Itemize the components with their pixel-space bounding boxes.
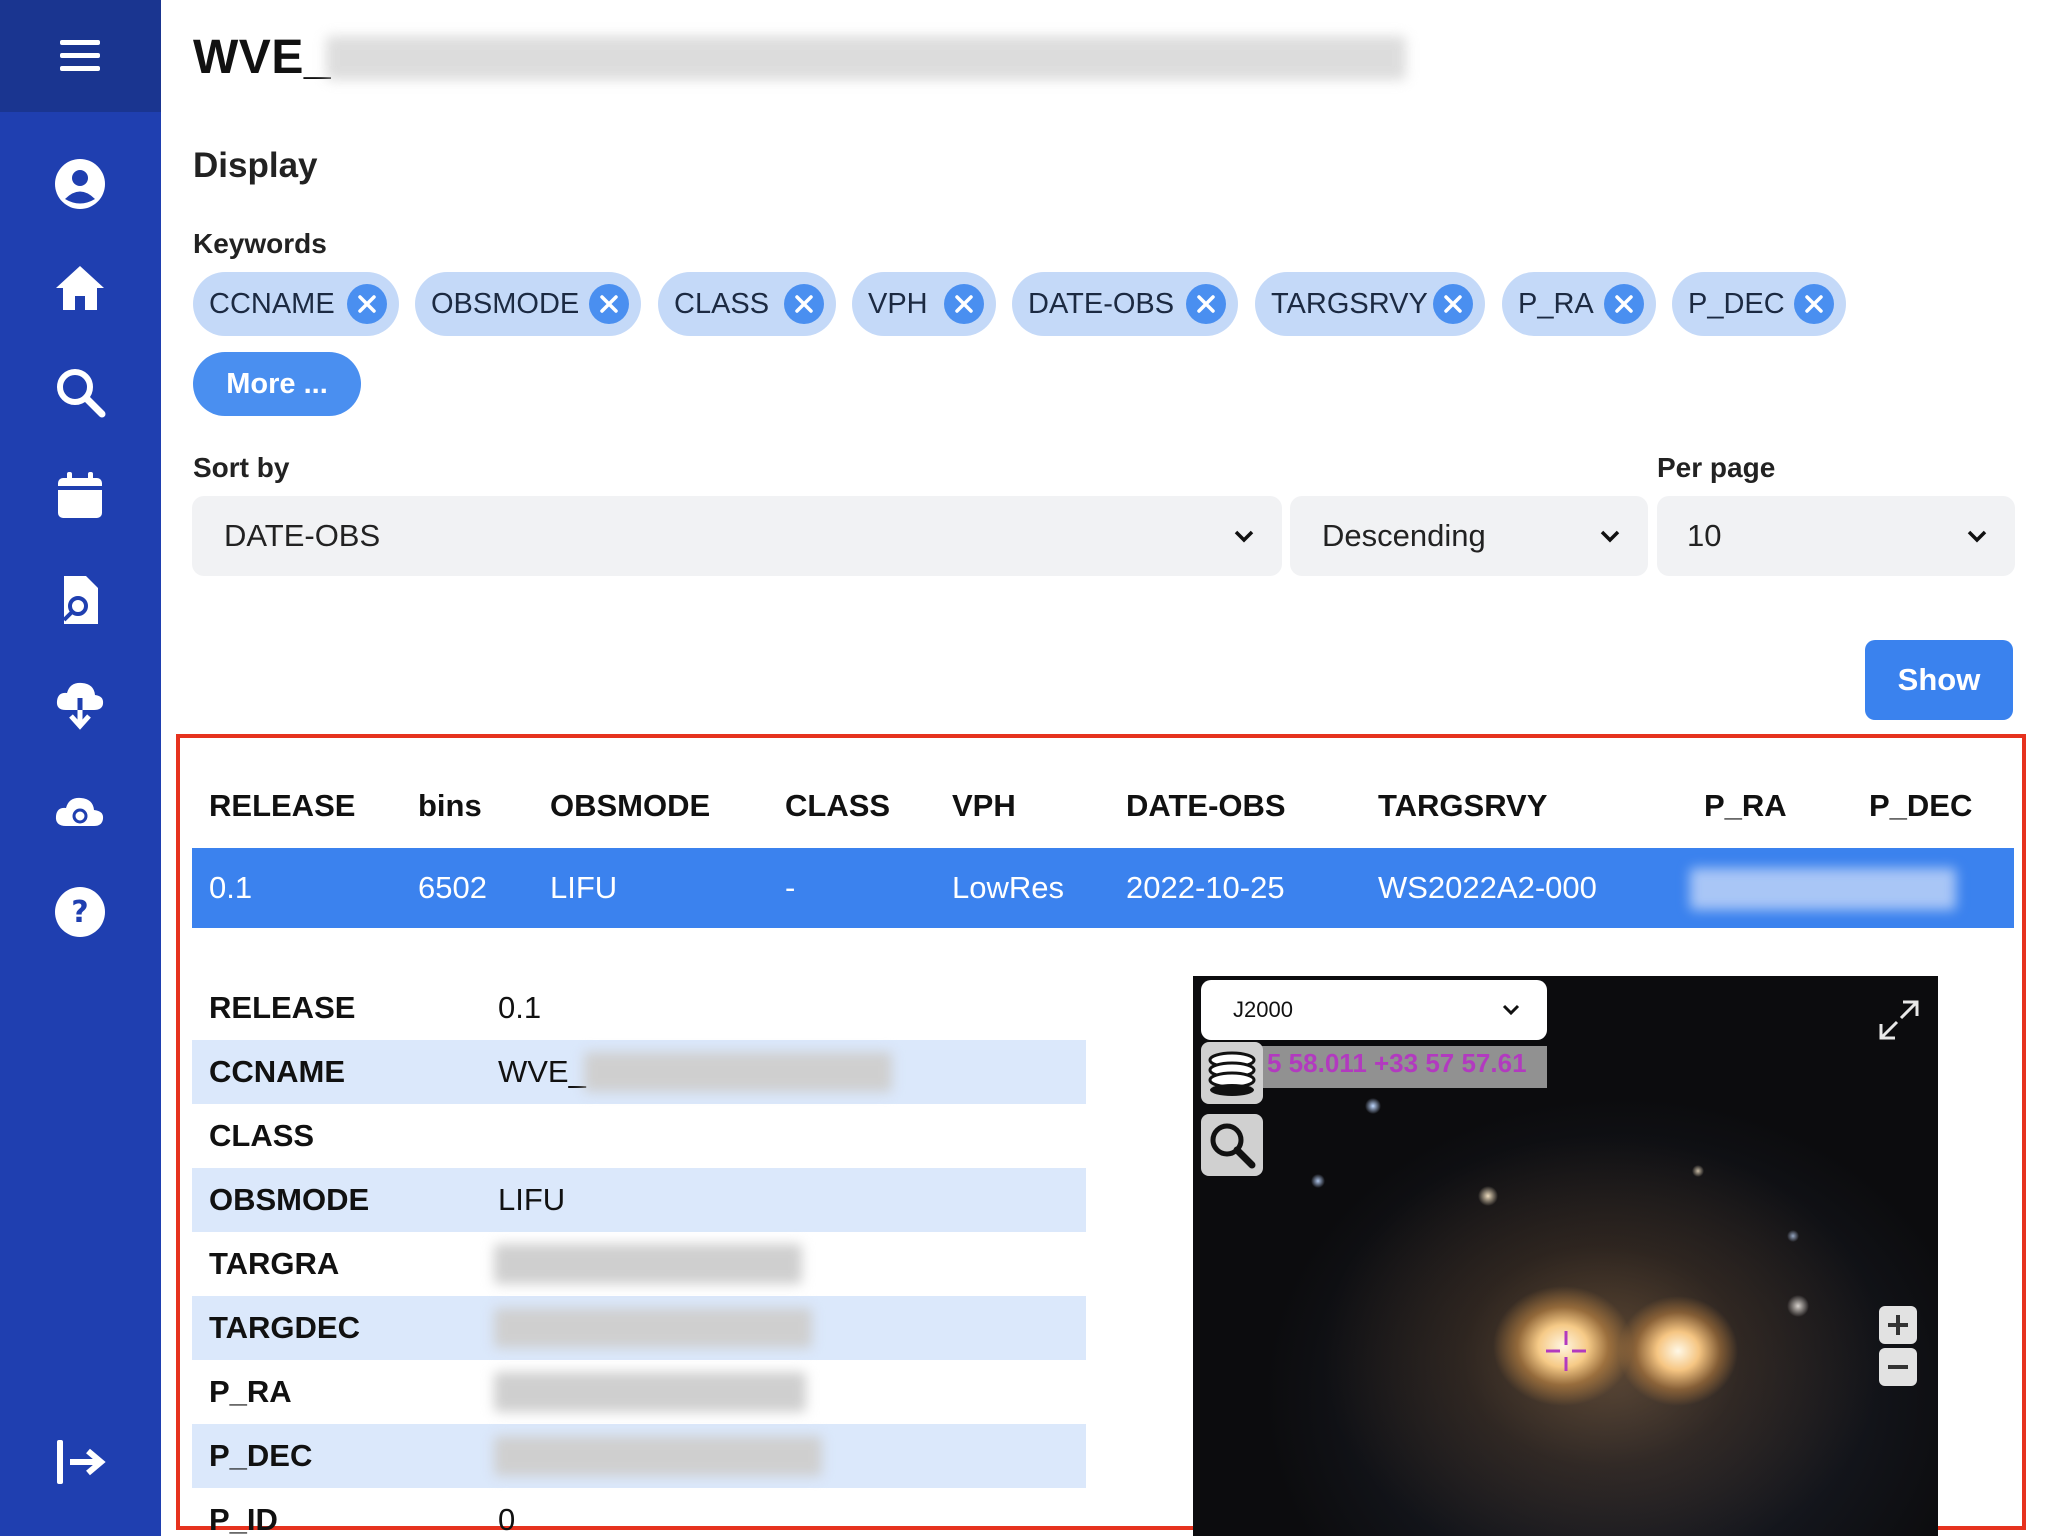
sort-order-value: Descending [1322, 518, 1486, 553]
per-page-value: 10 [1687, 518, 1722, 553]
table-cell: 2022-10-25 [1126, 870, 1285, 905]
logout-icon[interactable] [50, 1432, 110, 1492]
detail-key: OBSMODE [209, 1182, 370, 1217]
column-header[interactable]: CLASS [785, 788, 890, 824]
keywords-label: Keywords [193, 228, 327, 259]
table-cell: LIFU [550, 870, 618, 905]
chip-label: P_RA [1518, 287, 1594, 320]
remove-chip-icon[interactable] [589, 284, 629, 324]
remove-chip-icon[interactable] [784, 284, 824, 324]
detail-value: 0 [498, 1502, 516, 1537]
calendar-icon[interactable] [50, 466, 110, 526]
frame-value: J2000 [1233, 997, 1293, 1022]
detail-key: TARGDEC [209, 1310, 360, 1345]
column-header[interactable]: P_RA [1704, 788, 1787, 824]
cloud-sync-icon[interactable] [50, 778, 110, 838]
detail-key: CLASS [209, 1118, 315, 1153]
detail-key: TARGRA [209, 1246, 340, 1281]
remove-chip-icon[interactable] [347, 284, 387, 324]
column-header[interactable]: VPH [952, 788, 1016, 824]
search-icon[interactable] [50, 362, 110, 422]
remove-chip-icon[interactable] [944, 284, 984, 324]
keyword-chip: OBSMODE [415, 272, 641, 336]
chip-label: DATE-OBS [1028, 287, 1175, 320]
remove-chip-icon[interactable] [1433, 284, 1473, 324]
column-header[interactable]: bins [418, 788, 482, 824]
menu-icon[interactable] [50, 26, 110, 86]
table-cell: WS2022A2-000 [1378, 870, 1597, 905]
keyword-chip: TARGSRVY [1255, 272, 1485, 336]
remove-chip-icon[interactable] [1186, 284, 1226, 324]
sort-order-select[interactable]: Descending [1290, 496, 1648, 576]
redacted-value [494, 1436, 822, 1476]
redacted-value [494, 1244, 802, 1284]
coordinate-frame-select[interactable]: J2000 [1201, 980, 1547, 1040]
detail-key: P_DEC [209, 1438, 313, 1473]
detail-value: WVE_ [498, 1054, 586, 1089]
more-keywords-button[interactable]: More ... [193, 352, 361, 416]
keyword-chip: P_RA [1502, 272, 1656, 336]
display-heading: Display [193, 146, 318, 185]
redacted-title [326, 36, 1406, 80]
coordinate-readout: 5 58.011 +33 57 57.61 [1267, 1048, 1527, 1078]
sky-viewer[interactable]: J2000 5 58.011 +33 57 57.61 [1193, 976, 1938, 1536]
detail-key: P_RA [209, 1374, 292, 1409]
chevron-down-icon [1967, 530, 1987, 543]
chip-label: OBSMODE [431, 287, 580, 320]
chevron-down-icon [1600, 530, 1620, 543]
table-cell: 0.1 [209, 870, 253, 905]
keyword-chip: P_DEC [1672, 272, 1846, 336]
chip-label: VPH [868, 287, 928, 320]
zoom-in-icon[interactable] [1879, 1306, 1917, 1344]
chip-label: CLASS [674, 287, 770, 320]
chip-label: TARGSRVY [1271, 287, 1428, 320]
remove-chip-icon[interactable] [1604, 284, 1644, 324]
keyword-chip: DATE-OBS [1012, 272, 1238, 336]
keyword-chip: CCNAME [193, 272, 399, 336]
svg-text:?: ? [71, 895, 88, 930]
redacted-value [494, 1308, 812, 1348]
sort-field-select[interactable]: DATE-OBS [192, 496, 1282, 576]
sidebar: ? [0, 0, 161, 1536]
column-header[interactable]: OBSMODE [550, 788, 710, 824]
fullscreen-icon[interactable] [1875, 996, 1923, 1044]
cloud-download-icon[interactable] [50, 674, 110, 734]
keyword-chip: VPH [852, 272, 996, 336]
redacted-value [584, 1052, 892, 1092]
user-icon[interactable] [50, 154, 110, 214]
detail-key: P_ID [209, 1502, 278, 1537]
document-search-icon[interactable] [50, 570, 110, 630]
column-header[interactable]: DATE-OBS [1126, 788, 1286, 824]
detail-value: 0.1 [498, 990, 542, 1025]
sort-by-label: Sort by [193, 452, 290, 483]
redacted-value [494, 1372, 806, 1412]
help-icon[interactable]: ? [50, 882, 110, 942]
table-cell: 6502 [418, 870, 487, 905]
chevron-down-icon [1502, 1004, 1520, 1016]
column-header[interactable]: TARGSRVY [1378, 788, 1547, 824]
layers-icon[interactable] [1201, 1042, 1263, 1104]
remove-chip-icon[interactable] [1794, 284, 1834, 324]
table-cell: - [785, 870, 796, 905]
table-cell: LowRes [952, 870, 1064, 905]
detail-key: CCNAME [209, 1054, 346, 1089]
keyword-chip: CLASS [658, 272, 836, 336]
detail-key: RELEASE [209, 990, 356, 1025]
column-header[interactable]: P_DEC [1869, 788, 1972, 824]
home-icon[interactable] [50, 258, 110, 318]
sort-field-value: DATE-OBS [224, 518, 381, 553]
page-title: WVE_ [193, 31, 332, 84]
detail-value: LIFU [498, 1182, 566, 1217]
chip-label: P_DEC [1688, 287, 1785, 320]
show-button[interactable]: Show [1865, 640, 2013, 720]
chip-label: CCNAME [209, 287, 335, 320]
per-page-select[interactable]: 10 [1657, 496, 2015, 576]
search-icon[interactable] [1201, 1114, 1263, 1176]
chevron-down-icon [1234, 530, 1254, 543]
column-header[interactable]: RELEASE [209, 788, 355, 824]
target-reticle-icon [1546, 1331, 1586, 1371]
zoom-out-icon[interactable] [1879, 1348, 1917, 1386]
redacted-coordinates [1690, 868, 1956, 910]
per-page-label: Per page [1657, 452, 1776, 483]
